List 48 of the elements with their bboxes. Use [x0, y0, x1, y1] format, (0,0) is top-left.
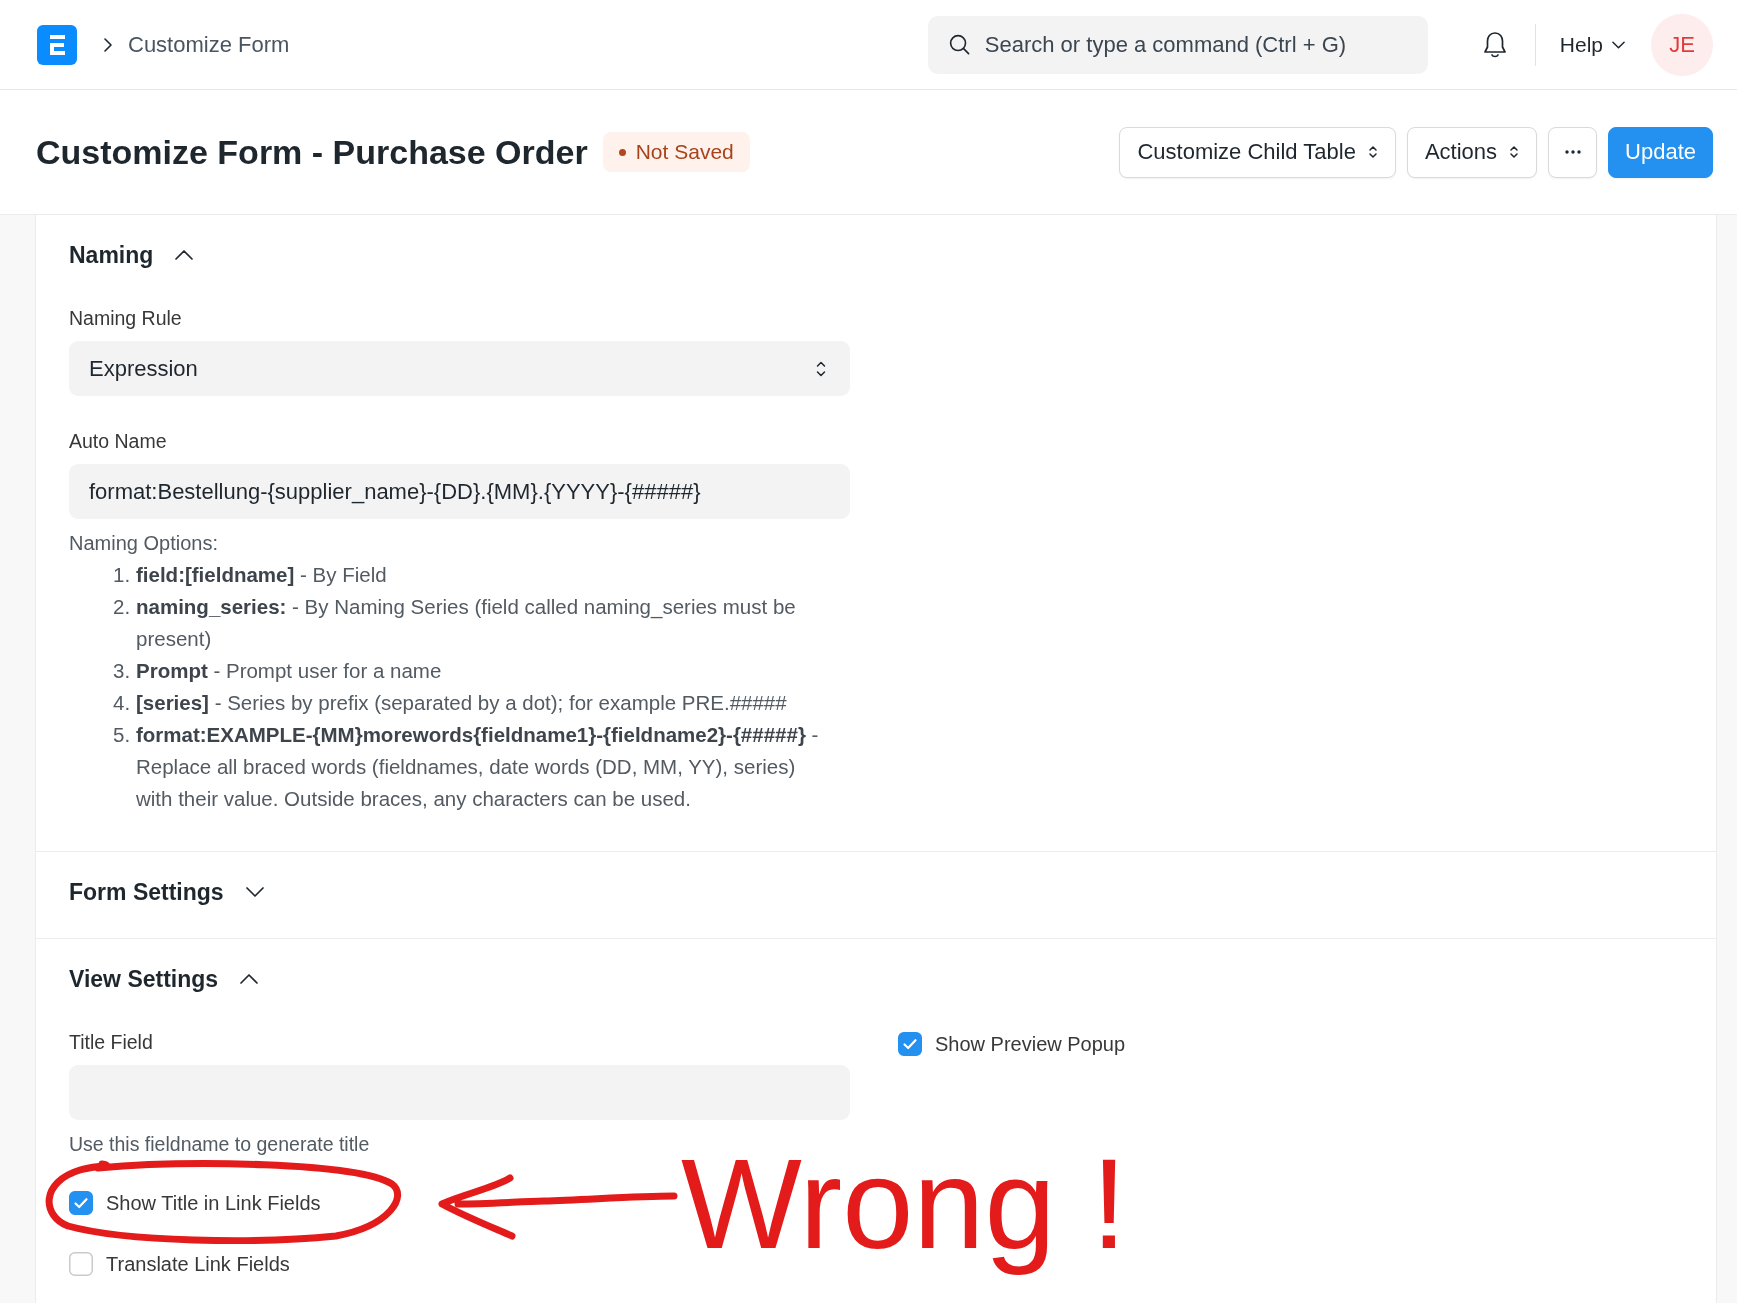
list-number: 4.	[113, 690, 132, 716]
list-number: 5.	[113, 722, 132, 748]
help-text: Naming Options:	[69, 531, 218, 556]
dropdown-button[interactable]: Customize Child Table	[1119, 126, 1396, 178]
checkbox-label: Show Preview Popup	[935, 1032, 1126, 1056]
field-label: Naming Rule	[69, 306, 182, 330]
breadcrumb-link[interactable]: Customize Form	[128, 31, 290, 58]
notification-bell-icon[interactable]	[1482, 30, 1507, 59]
dropdown-button[interactable]: Actions	[1406, 126, 1538, 178]
updown-caret-icon	[1367, 144, 1378, 160]
chevron-right-icon	[104, 37, 112, 52]
page-title: Customize Form - Purchase Order	[36, 132, 588, 172]
user-avatar[interactable]: JE	[1651, 13, 1713, 76]
text-field[interactable]: format:Bestellung-{supplier_name}-{DD}.{MM}.{YYYY}-{#####}	[69, 464, 850, 519]
checkbox-label: Translate Link Fields	[106, 1252, 290, 1276]
checkbox[interactable]	[898, 1032, 922, 1056]
chevron-up-icon[interactable]	[175, 250, 194, 260]
updown-caret-icon	[1509, 144, 1520, 160]
handwritten-note: Wrong !	[681, 1131, 1127, 1277]
checkbox-label: Show Title in Link Fields	[106, 1191, 321, 1215]
chevron-up-icon[interactable]	[240, 974, 259, 984]
field-label: Auto Name	[69, 429, 167, 453]
app-logo-icon[interactable]	[37, 24, 77, 65]
list-item-text: naming_series: - By Naming Series (field called naming_series must be present)	[136, 594, 797, 652]
section-title: View Settings	[69, 965, 219, 993]
list-number: 3.	[113, 658, 132, 684]
checkbox[interactable]	[69, 1191, 93, 1215]
list-item-text: [series] - Series by prefix (separated by a dot); for example PRE.#####	[136, 690, 788, 716]
section-title: Naming	[69, 241, 154, 269]
list-item-text: Prompt - Prompt user for a name	[136, 658, 443, 684]
status-dot-icon	[618, 148, 626, 156]
search-icon	[948, 33, 970, 55]
chevron-down-icon[interactable]	[245, 887, 264, 897]
select-field[interactable]: Expression	[69, 341, 850, 396]
updown-caret-icon	[816, 359, 826, 378]
list-number: 2.	[113, 594, 132, 620]
section-title: Form Settings	[69, 878, 224, 906]
list-item-text: field:[fieldname] - By Field	[136, 562, 388, 588]
ellipsis-icon	[1564, 150, 1581, 154]
chevron-down-icon	[1612, 40, 1625, 49]
help-menu-button[interactable]: Help	[1559, 32, 1625, 57]
list-item-text: format:EXAMPLE-{MM}morewords{fieldname1}-{fieldname2}-{#####} - Replace all braced words (fieldnames, date words (DD, MM, YY), series) with their value. Outside braces, any characters can be used.	[136, 722, 820, 812]
search-field[interactable]: Search or type a command (Ctrl + G)	[927, 15, 1428, 74]
list-number: 1.	[113, 562, 132, 588]
status-text: Not Saved	[635, 140, 734, 164]
field-description: Use this fieldname to generate title	[69, 1132, 370, 1156]
checkbox[interactable]	[69, 1252, 93, 1276]
field-label: Title Field	[69, 1030, 153, 1054]
